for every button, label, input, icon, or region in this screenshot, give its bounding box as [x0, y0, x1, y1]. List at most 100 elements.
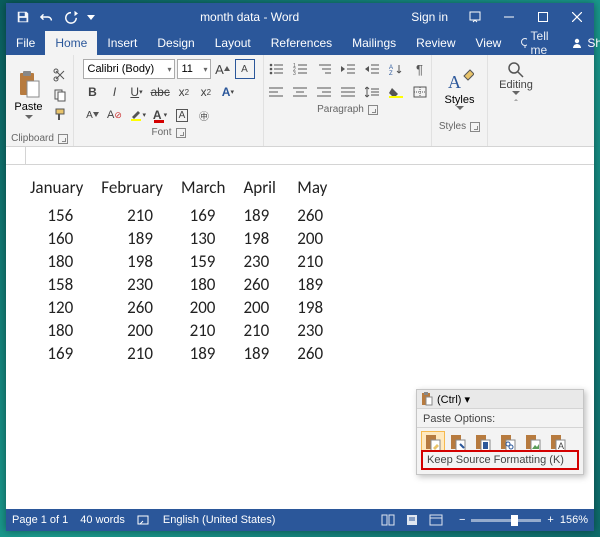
- tab-file[interactable]: File: [6, 31, 45, 55]
- status-words[interactable]: 40 words: [80, 514, 125, 526]
- tab-review[interactable]: Review: [406, 31, 465, 55]
- bullets-button[interactable]: [265, 59, 287, 79]
- borders-button[interactable]: [409, 82, 431, 102]
- tell-me-label: Tell me: [531, 29, 554, 57]
- increase-indent-button[interactable]: [361, 59, 383, 79]
- table-cell: 180: [24, 250, 95, 273]
- table-cell: 230: [237, 250, 291, 273]
- table-cell: 159: [175, 250, 237, 273]
- status-page[interactable]: Page 1 of 1: [12, 514, 68, 526]
- maximize-button[interactable]: [526, 3, 560, 31]
- zoom-level[interactable]: 156%: [560, 514, 588, 526]
- border-icon: [413, 86, 427, 98]
- ribbon-collapse-button[interactable]: ˆ: [514, 99, 517, 110]
- copy-button[interactable]: [51, 86, 69, 104]
- table-header: May: [291, 175, 345, 204]
- superscript-button[interactable]: x2: [196, 82, 216, 102]
- ribbon-tabs: File Home Insert Design Layout Reference…: [6, 31, 594, 55]
- table-cell: 198: [291, 296, 345, 319]
- font-launcher[interactable]: [176, 128, 186, 138]
- justify-button[interactable]: [337, 82, 359, 102]
- enclose-characters-button[interactable]: ㊥: [194, 105, 214, 125]
- format-painter-button[interactable]: [51, 106, 69, 124]
- text-effects-button[interactable]: A▾: [218, 82, 238, 102]
- read-mode-button[interactable]: [377, 511, 399, 529]
- align-left-button[interactable]: [265, 82, 287, 102]
- save-button[interactable]: [12, 6, 34, 28]
- table-cell: 169: [24, 342, 95, 365]
- table-header: January: [24, 175, 95, 204]
- shrink-font-button[interactable]: A: [83, 105, 103, 125]
- table-row: 156210169189260: [24, 204, 345, 227]
- cut-button[interactable]: [51, 66, 69, 84]
- change-case-button[interactable]: A: [235, 59, 255, 79]
- line-spacing-button[interactable]: [361, 82, 383, 102]
- tab-insert[interactable]: Insert: [97, 31, 147, 55]
- print-layout-button[interactable]: [401, 511, 423, 529]
- styles-launcher[interactable]: [470, 122, 480, 132]
- sign-in-link[interactable]: Sign in: [401, 10, 458, 24]
- group-styles: A Styles Styles: [432, 55, 488, 146]
- subscript-button[interactable]: x2: [174, 82, 194, 102]
- numbering-button[interactable]: 123: [289, 59, 311, 79]
- font-size-combo[interactable]: 11▾: [177, 59, 211, 79]
- redo-button[interactable]: [60, 6, 82, 28]
- group-editing: Editing ˆ: [488, 55, 544, 146]
- font-name-combo[interactable]: Calibri (Body)▾: [83, 59, 175, 79]
- show-marks-button[interactable]: ¶: [409, 59, 431, 79]
- align-right-button[interactable]: [313, 82, 335, 102]
- table-row: 158230180260189: [24, 273, 345, 296]
- tell-me-search[interactable]: Tell me: [511, 29, 561, 57]
- document-area[interactable]: JanuaryFebruaryMarchAprilMay 15621016918…: [6, 165, 594, 509]
- strikethrough-button[interactable]: abc: [149, 82, 172, 102]
- italic-button[interactable]: I: [105, 82, 125, 102]
- table-cell: 189: [95, 227, 175, 250]
- group-paragraph-label: Paragraph: [317, 104, 364, 115]
- editing-button[interactable]: Editing: [497, 61, 535, 95]
- bold-button[interactable]: B: [83, 82, 103, 102]
- table-row: 180200210210230: [24, 319, 345, 342]
- web-layout-button[interactable]: [425, 511, 447, 529]
- grow-font-button[interactable]: A: [213, 59, 233, 79]
- font-name-value: Calibri (Body): [88, 63, 155, 75]
- tab-design[interactable]: Design: [147, 31, 204, 55]
- share-button[interactable]: Share: [561, 36, 600, 50]
- zoom-slider[interactable]: [471, 519, 541, 522]
- tab-selector[interactable]: [6, 147, 26, 165]
- highlight-button[interactable]: ▾: [127, 105, 149, 125]
- paste-button[interactable]: Paste: [11, 65, 47, 125]
- zoom-in-button[interactable]: +: [547, 514, 553, 526]
- proofing-icon[interactable]: [137, 514, 151, 526]
- group-font: Calibri (Body)▾ 11▾ A A B I U▾ abc x2 x2…: [74, 55, 264, 146]
- qat-customize-button[interactable]: [84, 6, 98, 28]
- character-border-button[interactable]: A: [172, 105, 192, 125]
- zoom-out-button[interactable]: −: [459, 514, 465, 526]
- decrease-indent-button[interactable]: [337, 59, 359, 79]
- tab-layout[interactable]: Layout: [205, 31, 261, 55]
- shading-button[interactable]: [385, 82, 407, 102]
- underline-button[interactable]: U▾: [127, 82, 147, 102]
- tab-references[interactable]: References: [261, 31, 342, 55]
- tab-home[interactable]: Home: [45, 31, 97, 55]
- window-title: month data - Word: [98, 10, 401, 24]
- clear-formatting-button[interactable]: A⊘: [105, 105, 125, 125]
- ruler[interactable]: [6, 147, 594, 165]
- paragraph-launcher[interactable]: [368, 105, 378, 115]
- styles-icon: A: [446, 68, 474, 94]
- close-button[interactable]: [560, 3, 594, 31]
- minimize-button[interactable]: [492, 3, 526, 31]
- paste-options-handle[interactable]: (Ctrl) ▾: [417, 390, 583, 409]
- table-row: 160189130198200: [24, 227, 345, 250]
- align-center-button[interactable]: [289, 82, 311, 102]
- tab-view[interactable]: View: [466, 31, 512, 55]
- ribbon-options-button[interactable]: [458, 3, 492, 31]
- multilevel-list-button[interactable]: [313, 59, 335, 79]
- tab-mailings[interactable]: Mailings: [342, 31, 406, 55]
- undo-button[interactable]: [36, 6, 58, 28]
- styles-button[interactable]: A Styles: [438, 61, 482, 117]
- font-color-button[interactable]: A▾: [150, 105, 170, 125]
- clipboard-launcher[interactable]: [58, 134, 68, 144]
- sort-button[interactable]: AZ: [385, 59, 407, 79]
- table-row: 120260200200198: [24, 296, 345, 319]
- status-language[interactable]: English (United States): [163, 514, 276, 526]
